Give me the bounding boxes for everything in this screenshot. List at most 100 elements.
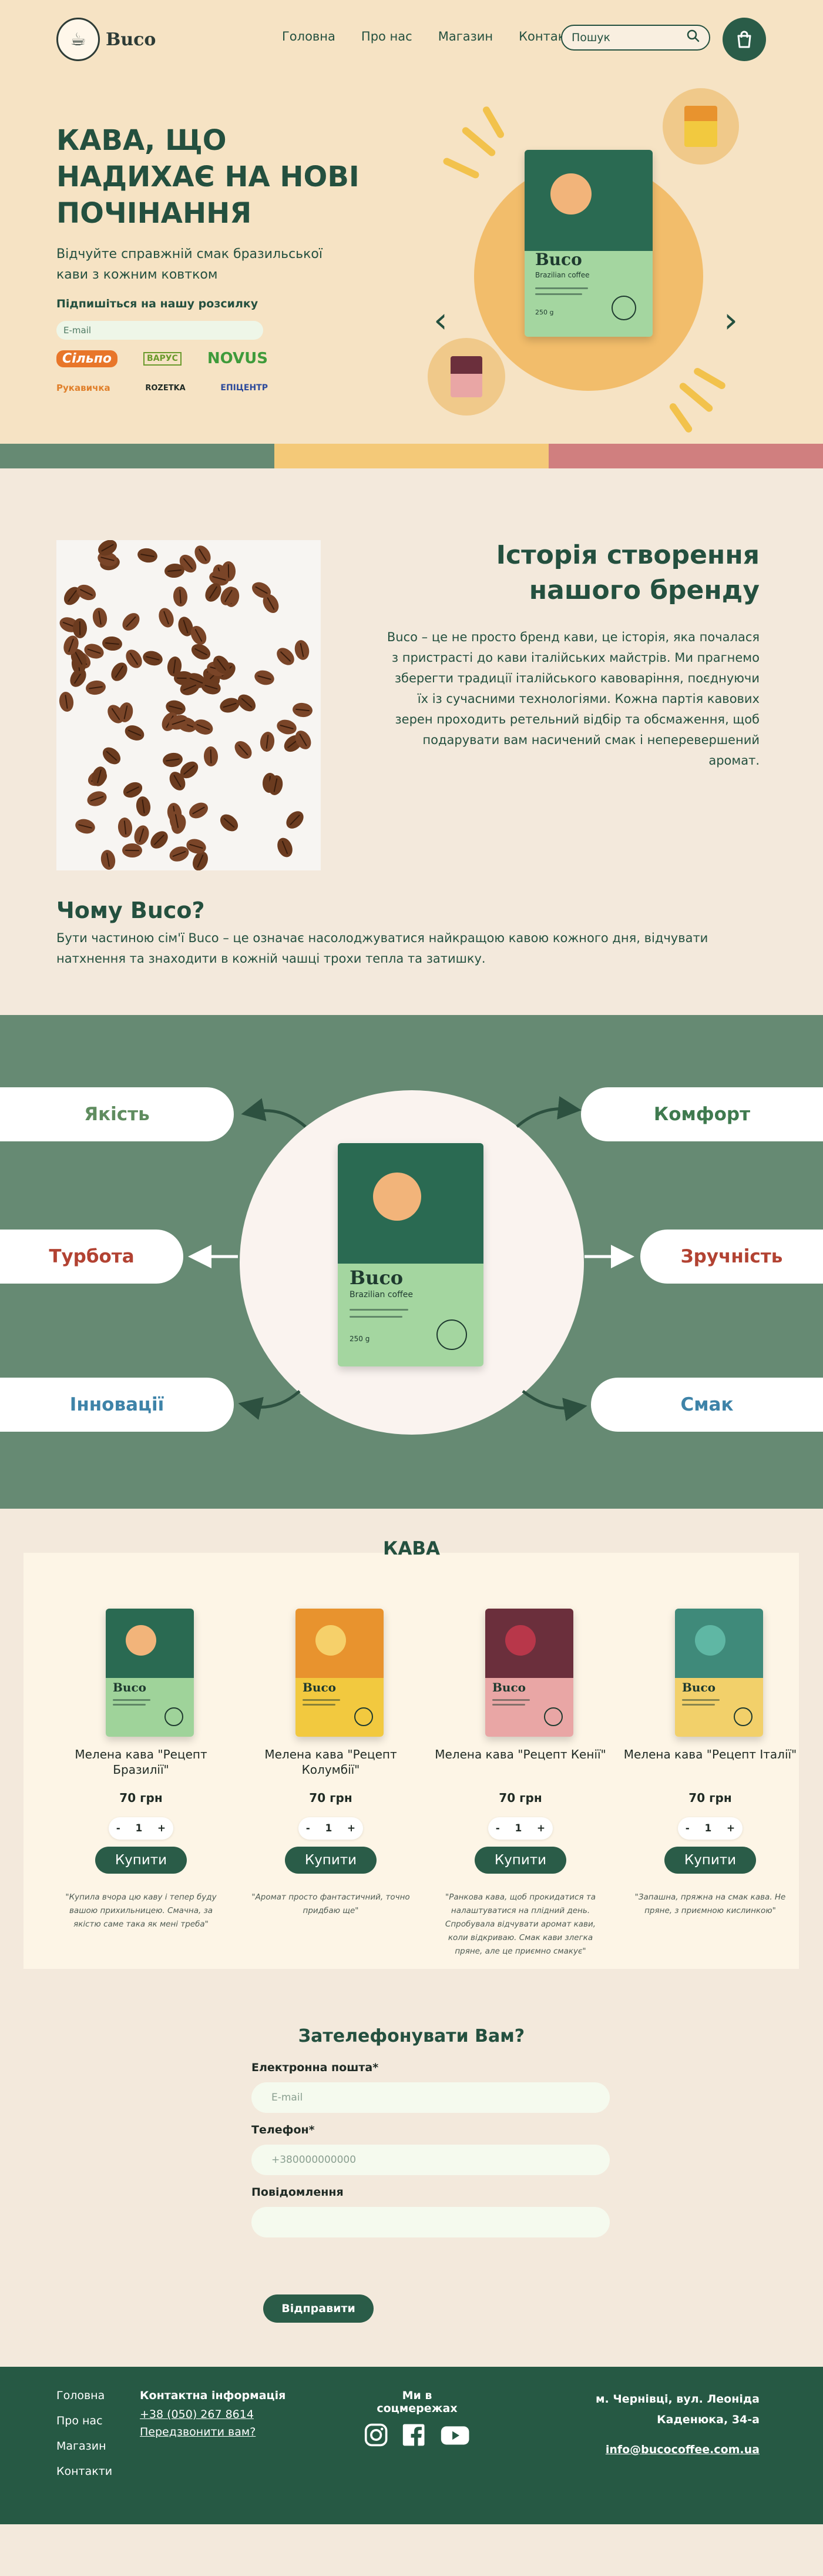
products-section: Buco Мелена кава "Рецепт Бразилії" 70 грн -… (0, 1509, 823, 2002)
product-price: 70 грн (119, 1791, 163, 1805)
products-title: КАВА (383, 1538, 440, 1559)
coffee-bean (283, 808, 307, 832)
coffee-bean (186, 799, 211, 822)
partner-logo-rukavychka[interactable]: Рукавичка (56, 383, 110, 393)
prev-product-thumb[interactable] (428, 338, 505, 416)
subscribe-label: Підпишіться на нашу розсилку (56, 297, 258, 310)
coffee-bean (259, 731, 276, 753)
footer-link-shop[interactable]: Магазин (56, 2440, 112, 2453)
footer-link-home[interactable]: Головна (56, 2389, 112, 2402)
coffee-bean (136, 547, 159, 564)
footer-phone-link[interactable]: +38 (050) 267 8614 (140, 2408, 285, 2421)
partner-logos: Сільпо ВАРУС NOVUS Рукавичка ROZETKA ЕПІ… (56, 350, 268, 408)
product-coffee-bag[interactable]: Buco (675, 1609, 763, 1737)
message-label: Повідомлення (251, 2186, 344, 2199)
submit-button[interactable]: Відправити (263, 2294, 374, 2323)
address-line-2: Каденюка, 34-а (657, 2413, 760, 2426)
coffee-bean (191, 716, 216, 738)
products-card: Buco Мелена кава "Рецепт Бразилії" 70 грн -… (23, 1553, 799, 1969)
nav-about[interactable]: Про нас (361, 29, 412, 43)
footer-link-contacts[interactable]: Контакти (56, 2465, 112, 2478)
buy-button[interactable]: Купити (285, 1847, 377, 1874)
coffee-beans-image (56, 540, 321, 870)
logo[interactable]: ☕ Buco (56, 18, 156, 61)
facebook-icon[interactable] (402, 2422, 425, 2448)
footer-link-about[interactable]: Про нас (56, 2414, 112, 2427)
search-input[interactable] (572, 31, 671, 44)
sun-ray-decoration (481, 105, 506, 139)
carousel-prev-arrow-icon[interactable]: ‹ (434, 303, 448, 338)
youtube-icon[interactable] (440, 2422, 470, 2448)
product-name: Мелена кава "Рецепт Колумбії" (264, 1747, 397, 1777)
decrement-button[interactable]: - (496, 1823, 500, 1834)
coffee-bean (274, 835, 295, 860)
decrement-button[interactable]: - (116, 1823, 120, 1834)
subscribe-email-input[interactable] (56, 321, 263, 340)
nav-shop[interactable]: Магазин (438, 29, 493, 43)
features-section: Buco Brazilian coffee 250 g Якість Комфо… (0, 1015, 823, 1509)
buy-button[interactable]: Купити (475, 1847, 566, 1874)
product-coffee-bag[interactable]: Buco (295, 1609, 384, 1737)
partner-logo-varus[interactable]: ВАРУС (143, 351, 182, 366)
coffee-bean (273, 644, 298, 669)
quantity-stepper: - 1 + (298, 1817, 363, 1840)
feature-arrows (188, 1096, 634, 1421)
buy-button[interactable]: Купити (664, 1847, 756, 1874)
buy-button[interactable]: Купити (95, 1847, 187, 1874)
sun-ray-decoration (442, 156, 481, 180)
coffee-bean (164, 562, 185, 579)
quantity-value: 1 (325, 1823, 332, 1834)
partner-logo-novus[interactable]: NOVUS (207, 350, 268, 367)
color-stripe-divider (0, 444, 823, 468)
coffee-bean (99, 743, 124, 768)
increment-button[interactable]: + (537, 1823, 545, 1834)
callback-message-input[interactable] (251, 2207, 610, 2237)
coffee-bean (117, 816, 133, 839)
product-price: 70 грн (309, 1791, 352, 1805)
search-icon[interactable] (687, 29, 700, 46)
shopping-bag-icon (737, 31, 751, 48)
product-review: "Аромат просто фантастичний, точно придб… (251, 1892, 410, 1915)
footer-email-link[interactable]: info@bucocoffee.com.ua (596, 2443, 760, 2456)
partner-logo-epicentr[interactable]: ЕПІЦЕНТР (220, 383, 268, 393)
partner-logo-silpo[interactable]: Сільпо (56, 350, 118, 367)
product-coffee-bag[interactable]: Buco (106, 1609, 194, 1737)
hero-coffee-bag: Buco Brazilian coffee 250 g (525, 150, 653, 337)
partner-logo-rozetka[interactable]: ROZETKA (145, 384, 185, 393)
why-title: Чому Buco? (56, 897, 205, 923)
footer-social: Ми в соцмережах (364, 2389, 470, 2448)
coffee-bean (73, 817, 97, 836)
callback-phone-input[interactable] (251, 2145, 610, 2175)
coffee-bean (119, 609, 143, 634)
footer-callback-link[interactable]: Передзвонити вам? (140, 2426, 285, 2438)
history-section: Історія створення нашого бренду Buco – ц… (0, 468, 823, 1015)
footer-nav: Головна Про нас Магазин Контакти (56, 2389, 112, 2490)
nav-home[interactable]: Головна (282, 29, 335, 43)
quantity-stepper: - 1 + (488, 1817, 553, 1840)
sun-ray-decoration (693, 366, 727, 391)
quantity-value: 1 (135, 1823, 143, 1834)
increment-button[interactable]: + (727, 1823, 735, 1834)
site-header: ☕ Buco Головна Про нас Магазин Контакти (0, 0, 823, 76)
increment-button[interactable]: + (347, 1823, 355, 1834)
carousel-next-arrow-icon[interactable]: › (724, 303, 738, 338)
callback-email-input[interactable] (251, 2082, 610, 2113)
product-coffee-bag[interactable]: Buco (485, 1609, 573, 1737)
product-price: 70 грн (499, 1791, 542, 1805)
coffee-bean (147, 828, 172, 852)
callback-section: Зателефонувати Вам? Електронна пошта* Те… (0, 2002, 823, 2367)
cart-button[interactable] (723, 18, 766, 61)
history-title: Історія створення нашого бренду (496, 540, 760, 605)
sun-ray-decoration (461, 125, 497, 158)
next-product-thumb[interactable] (663, 88, 739, 165)
increment-button[interactable]: + (157, 1823, 166, 1834)
logo-text: Buco (106, 29, 156, 50)
instagram-icon[interactable] (364, 2422, 388, 2448)
coffee-bean (99, 849, 117, 870)
coffee-bean (293, 638, 311, 662)
decrement-button[interactable]: - (306, 1823, 310, 1834)
decrement-button[interactable]: - (686, 1823, 690, 1834)
coffee-bean (85, 679, 107, 696)
product-name: Мелена кава "Рецепт Бразилії" (75, 1747, 207, 1777)
coffee-bean (217, 810, 241, 835)
